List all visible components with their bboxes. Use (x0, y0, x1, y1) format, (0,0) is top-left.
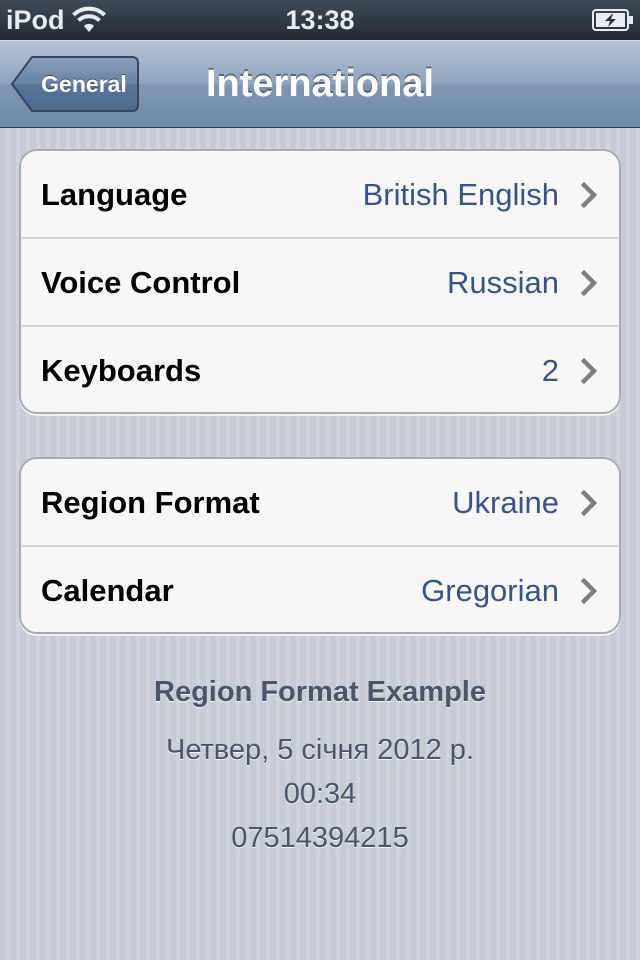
navigation-bar: General International (0, 40, 640, 128)
chevron-right-icon (581, 578, 597, 604)
calendar-row[interactable]: Calendar Gregorian (21, 547, 619, 632)
cell-label: Region Format (41, 485, 260, 520)
region-example-phone: 07514394215 (231, 822, 409, 854)
chevron-right-icon (581, 182, 597, 208)
cell-label: Language (41, 177, 188, 212)
cell-value: Ukraine (452, 485, 559, 520)
settings-group-region: Region Format Ukraine Calendar Gregorian (19, 457, 621, 634)
language-row[interactable]: Language British English (21, 151, 619, 239)
chevron-right-icon (581, 270, 597, 296)
battery-charging-icon (592, 9, 634, 31)
cell-value: Gregorian (421, 573, 559, 608)
page-title: International (205, 63, 435, 105)
region-format-example: Region Format Example Четвер, 5 січня 20… (0, 672, 640, 860)
region-example-date: Четвер, 5 січня 2012 р. (166, 734, 474, 766)
chevron-right-icon (581, 490, 597, 516)
region-example-time: 00:34 (283, 778, 357, 810)
back-button-label: General (41, 71, 127, 97)
cell-value: British English (362, 177, 559, 212)
cell-label: Voice Control (41, 265, 241, 300)
region-format-row[interactable]: Region Format Ukraine (21, 459, 619, 547)
back-button[interactable]: General (10, 55, 140, 113)
keyboards-row[interactable]: Keyboards 2 (21, 327, 619, 412)
cell-value: 2 (541, 353, 559, 388)
cell-label: Calendar (41, 573, 174, 608)
region-example-heading: Region Format Example (154, 676, 486, 708)
settings-group-language: Language British English Voice Control R… (19, 149, 621, 414)
chevron-right-icon (581, 358, 597, 384)
voice-control-row[interactable]: Voice Control Russian (21, 239, 619, 327)
status-time: 13:38 (285, 5, 355, 35)
status-bar: iPod 13:38 (0, 0, 640, 40)
cell-value: Russian (447, 265, 559, 300)
cell-label: Keyboards (41, 353, 202, 388)
